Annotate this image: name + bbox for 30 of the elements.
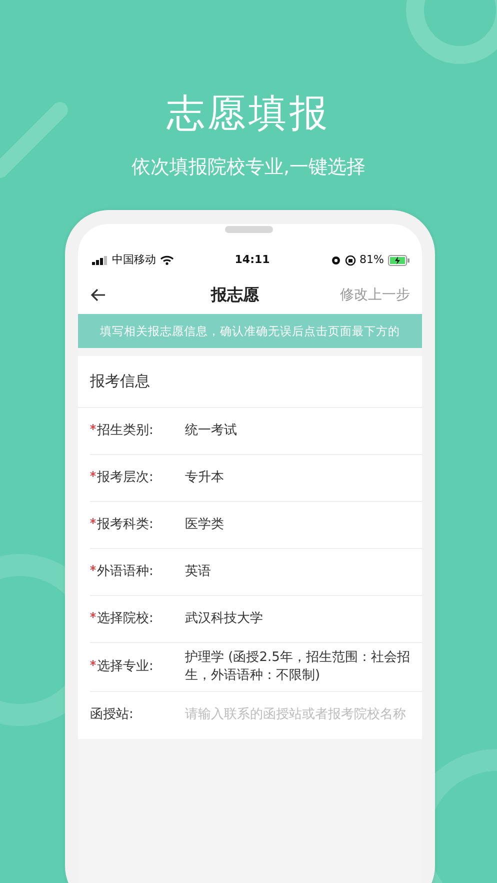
battery-charging-icon: [388, 254, 410, 266]
field-label: 选择院校:: [97, 610, 154, 628]
carrier-name: 中国移动: [112, 252, 156, 268]
field-value: 专升本: [185, 468, 225, 486]
rotation-lock-icon: [344, 254, 356, 266]
field-label: 外语语种:: [97, 562, 154, 581]
field-value: 英语: [185, 562, 212, 580]
field-value: 护理学 (函授2.5年，招生范围：社会招生，外语语种：不限制): [185, 648, 411, 684]
field-value: 医学类: [185, 516, 225, 534]
battery-percent: 81%: [360, 252, 384, 268]
field-value: 统一考试: [185, 422, 238, 440]
speaker-grille: [225, 226, 273, 233]
field-label: 函授站:: [90, 706, 134, 724]
page-title: 报志愿: [211, 284, 259, 306]
clock-time: 14:11: [234, 252, 270, 266]
subheadline: 依次填报院校专业,一键选择: [130, 155, 367, 180]
back-arrow-icon[interactable]: [90, 288, 106, 302]
field-label: 报考层次:: [97, 468, 154, 487]
alarm-icon: [330, 255, 341, 265]
signal-icon: [92, 256, 108, 264]
section-title: 报考信息: [78, 356, 422, 408]
notice-banner: 填写相关报志愿信息，确认准确无误后点击页面最下方的: [78, 314, 422, 348]
text-input-field[interactable]: 请输入联系的函授站或者报考院校名称: [185, 705, 420, 725]
field-label: 选择专业:: [97, 658, 154, 676]
edit-previous-link[interactable]: 修改上一步: [340, 284, 410, 306]
wifi-icon: [160, 255, 174, 265]
field-label: 招生类别:: [97, 422, 154, 440]
field-label: 报考科类:: [97, 516, 154, 534]
headline: 志愿填报: [166, 90, 332, 137]
field-value: 武汉科技大学: [185, 610, 264, 628]
